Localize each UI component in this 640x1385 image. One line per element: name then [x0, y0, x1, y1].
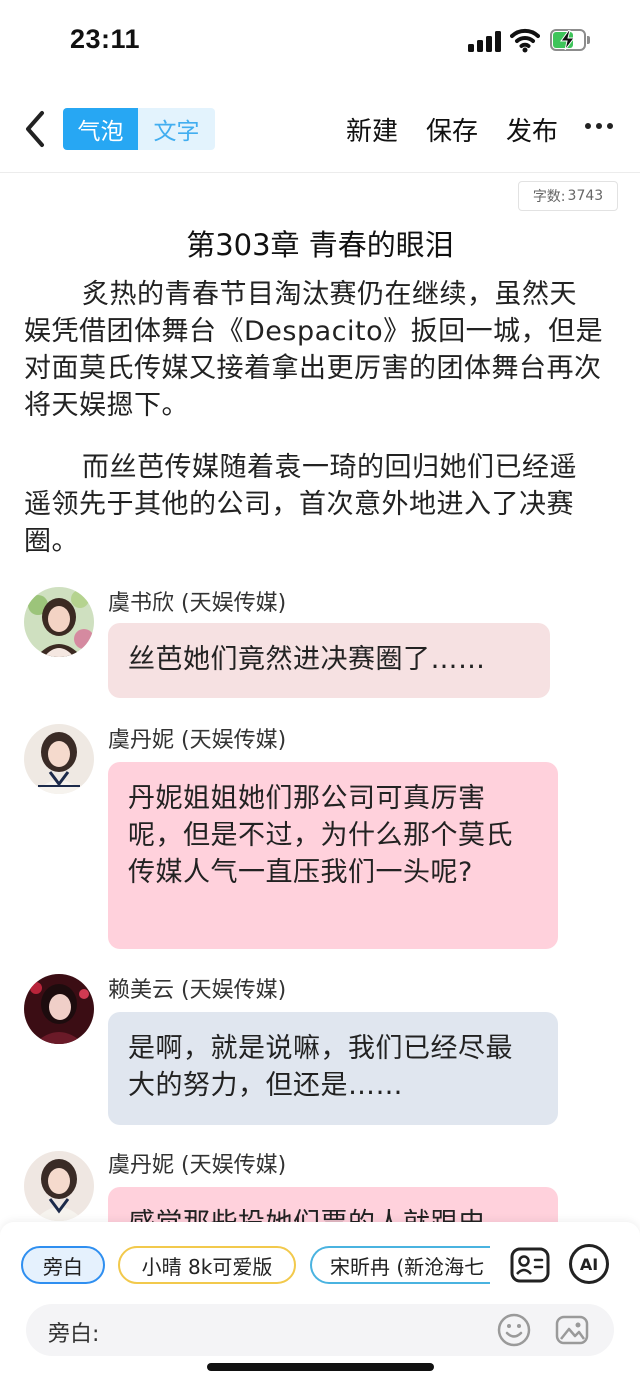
smiley-icon[interactable] — [496, 1312, 532, 1348]
publish-button[interactable]: 发布 — [506, 111, 558, 148]
speaker-name: 虞丹妮 (天娱传媒) — [108, 728, 287, 753]
input-speaker-prefix: 旁白: — [48, 1322, 100, 1347]
word-count-badge: 字数: 3743 — [518, 181, 618, 211]
more-horizontal-icon[interactable] — [585, 123, 615, 131]
new-button[interactable]: 新建 — [346, 111, 398, 148]
chat-bubble[interactable]: 丹妮姐姐她们那公司可真厉害呢，但是不过，为什么那个莫氏传媒人气一直压我们一头呢? — [108, 762, 558, 949]
role-chip[interactable]: 小晴 8k可爱版 — [118, 1246, 296, 1284]
back-chevron-icon[interactable] — [20, 107, 50, 151]
avatar[interactable] — [24, 587, 94, 657]
word-count-value: 3743 — [567, 188, 604, 204]
editor-toolbar: 气泡 文字 新建 保存 发布 — [0, 95, 640, 167]
speaker-name: 赖美云 (天娱传媒) — [108, 978, 287, 1003]
status-time: 23:11 — [70, 24, 141, 54]
mode-switch: 气泡 文字 — [63, 108, 215, 150]
speaker-name: 虞丹妮 (天娱传媒) — [108, 1153, 287, 1178]
chat-bubble[interactable]: 丝芭她们竟然进决赛圈了…… — [108, 623, 550, 698]
speaker-name: 虞书欣 (天娱传媒) — [108, 591, 287, 616]
toolbar-divider — [0, 172, 640, 173]
role-chip[interactable]: 宋昕冉 (新沧海七 — [310, 1246, 490, 1284]
home-indicator[interactable] — [207, 1363, 434, 1371]
avatar[interactable] — [24, 974, 94, 1044]
role-chip-narrator[interactable]: 旁白 — [21, 1246, 105, 1284]
word-count-label: 字数: — [532, 189, 566, 205]
wifi-icon — [510, 28, 540, 53]
text-input-bar[interactable]: 旁白: — [26, 1304, 614, 1356]
tab-text-mode[interactable]: 文字 — [138, 108, 215, 150]
image-icon[interactable] — [554, 1312, 590, 1348]
save-button[interactable]: 保存 — [426, 111, 478, 148]
avatar[interactable] — [24, 724, 94, 794]
avatar[interactable] — [24, 1151, 94, 1221]
status-bar: 23:11 — [0, 0, 640, 84]
chapter-title[interactable]: 第303章 青春的眼泪 — [0, 222, 640, 264]
bottom-input-panel: 旁白 小晴 8k可爱版 宋昕冉 (新沧海七 AI 旁白: — [0, 1222, 640, 1385]
contact-card-icon[interactable] — [509, 1244, 551, 1286]
cellular-signal-icon — [468, 30, 502, 52]
chat-bubble[interactable]: 是啊，就是说嘛，我们已经尽最大的努力，但还是…… — [108, 1012, 558, 1125]
battery-charging-icon — [550, 29, 590, 51]
narration-paragraph[interactable]: 而丝芭传媒随着袁一琦的回归她们已经遥遥领先于其他的公司，首次意外地进入了决赛圈。 — [24, 449, 604, 560]
narration-paragraph[interactable]: 炙热的青春节目淘汰赛仍在继续，虽然天娱凭借团体舞台《Despacito》扳回一城… — [24, 276, 604, 424]
ai-button[interactable]: AI — [569, 1244, 609, 1284]
tab-bubble-mode[interactable]: 气泡 — [63, 108, 138, 150]
